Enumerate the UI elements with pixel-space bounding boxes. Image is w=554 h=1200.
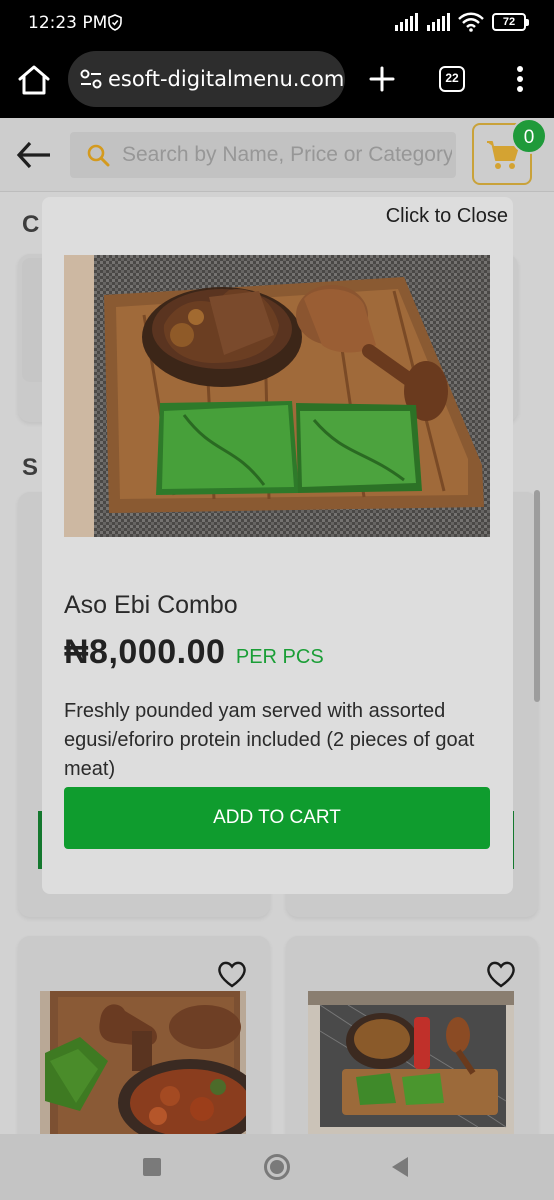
back-triangle-icon[interactable] — [391, 1156, 409, 1178]
system-navigation-bar — [0, 1134, 554, 1200]
home-icon[interactable] — [16, 62, 52, 98]
section-heading-specials: S — [22, 454, 39, 481]
browser-toolbar: esoft-digitalmenu.com 22 — [0, 46, 554, 118]
status-indicators: 72 — [394, 12, 529, 32]
search-input[interactable] — [122, 132, 452, 178]
search-icon — [87, 144, 110, 167]
price-unit: PER PCS — [235, 646, 324, 668]
product-photo — [64, 255, 490, 537]
address-bar[interactable]: esoft-digitalmenu.com — [68, 51, 345, 107]
food-thumbnail[interactable] — [40, 991, 246, 1134]
new-tab-icon[interactable] — [365, 62, 399, 96]
recents-button[interactable] — [143, 1158, 161, 1176]
price-row: ₦8,000.00 PER PCS — [64, 633, 324, 672]
search-box[interactable] — [70, 132, 456, 178]
wifi-icon — [458, 12, 484, 32]
heart-icon[interactable] — [217, 960, 247, 988]
signal-icon — [395, 13, 418, 31]
tab-switcher-button[interactable]: 22 — [439, 66, 465, 92]
food-thumbnail[interactable] — [308, 991, 514, 1134]
heart-icon[interactable] — [486, 960, 516, 988]
add-to-cart-button[interactable]: ADD TO CART — [64, 787, 490, 849]
status-time: 12:23 PM — [28, 13, 108, 33]
url-text: esoft-digitalmenu.com — [108, 67, 345, 91]
product-description: Freshly pounded yam served with assorted… — [64, 700, 475, 780]
signal-icon-2 — [427, 13, 450, 31]
home-button[interactable] — [264, 1154, 290, 1180]
product-name: Aso Ebi Combo — [64, 591, 238, 619]
cart-count-badge: 0 — [511, 118, 547, 154]
page-scrollbar[interactable] — [534, 490, 540, 702]
page-header: 0 — [0, 118, 554, 192]
more-menu-icon[interactable] — [508, 64, 532, 94]
status-bar: 12:23 PM 72 — [0, 0, 554, 46]
back-arrow-icon[interactable] — [16, 138, 52, 172]
section-heading-categories: C — [22, 211, 40, 238]
close-modal-link[interactable]: Click to Close — [386, 205, 508, 228]
battery-icon: 72 — [492, 13, 529, 31]
shield-icon — [108, 14, 122, 31]
product-detail-modal: Click to Close Aso Ebi Combo ₦8,000.00 P… — [42, 197, 513, 894]
site-settings-icon[interactable] — [80, 69, 102, 89]
product-price: ₦8,000.00 — [64, 633, 226, 671]
